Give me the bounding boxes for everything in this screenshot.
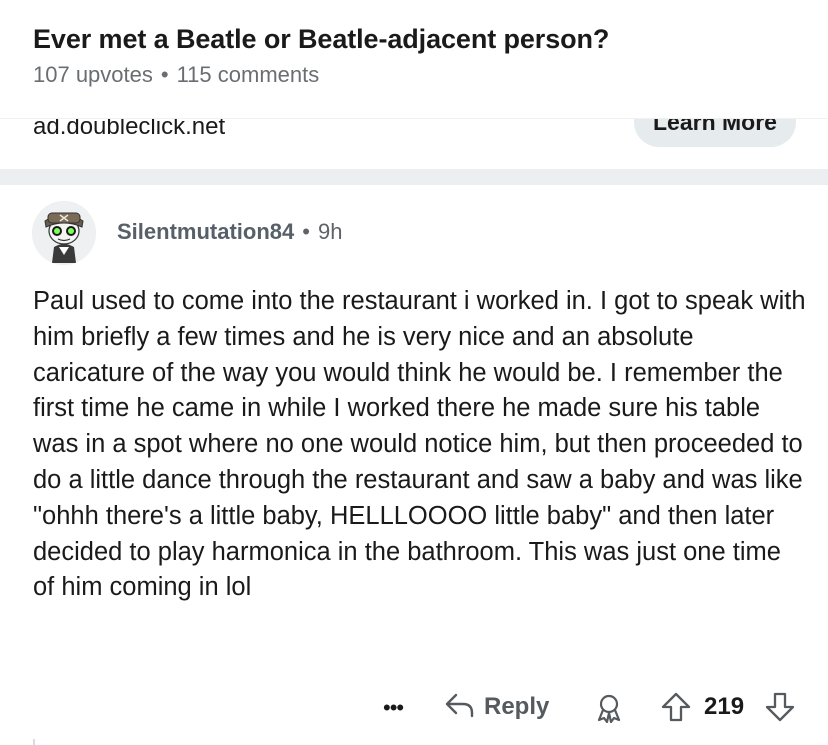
meta-separator: •	[302, 219, 310, 244]
comment-age: 9h	[317, 219, 343, 244]
comment-meta: Silentmutation84 • 9h	[117, 219, 342, 245]
reply-arrow-icon	[444, 691, 476, 724]
ad-domain[interactable]: ad.doubleclick.net	[33, 119, 225, 141]
award-icon[interactable]	[593, 693, 625, 728]
reply-button[interactable]: Reply	[444, 689, 549, 725]
thread-line	[33, 739, 35, 745]
post-meta: 107 upvotes • 115 comments	[33, 62, 319, 88]
meta-separator: •	[160, 62, 169, 87]
section-divider	[0, 169, 828, 185]
comment-actions: ••• Reply 219	[0, 685, 828, 731]
upvote-count: 107 upvotes	[33, 62, 153, 87]
downvote-arrow-icon[interactable]	[764, 691, 796, 728]
reply-label: Reply	[484, 693, 550, 720]
post-header: Ever met a Beatle or Beatle-adjacent per…	[0, 0, 828, 118]
vote-score: 219	[704, 693, 745, 720]
comment-body: Paul used to come into the restaurant i …	[33, 287, 806, 602]
promoted-ad[interactable]: ad.doubleclick.net Learn More	[0, 118, 828, 167]
upvote-arrow-icon[interactable]	[660, 691, 692, 728]
post-title[interactable]: Ever met a Beatle or Beatle-adjacent per…	[33, 24, 609, 55]
comment: Silentmutation84 • 9h Paul used to come in…	[0, 185, 828, 745]
comment-author[interactable]: Silentmutation84	[117, 219, 294, 244]
comment-count[interactable]: 115 comments	[177, 62, 320, 87]
learn-more-button[interactable]: Learn More	[634, 119, 796, 147]
avatar-icon[interactable]	[32, 201, 96, 265]
more-options-icon[interactable]: •••	[383, 695, 404, 721]
